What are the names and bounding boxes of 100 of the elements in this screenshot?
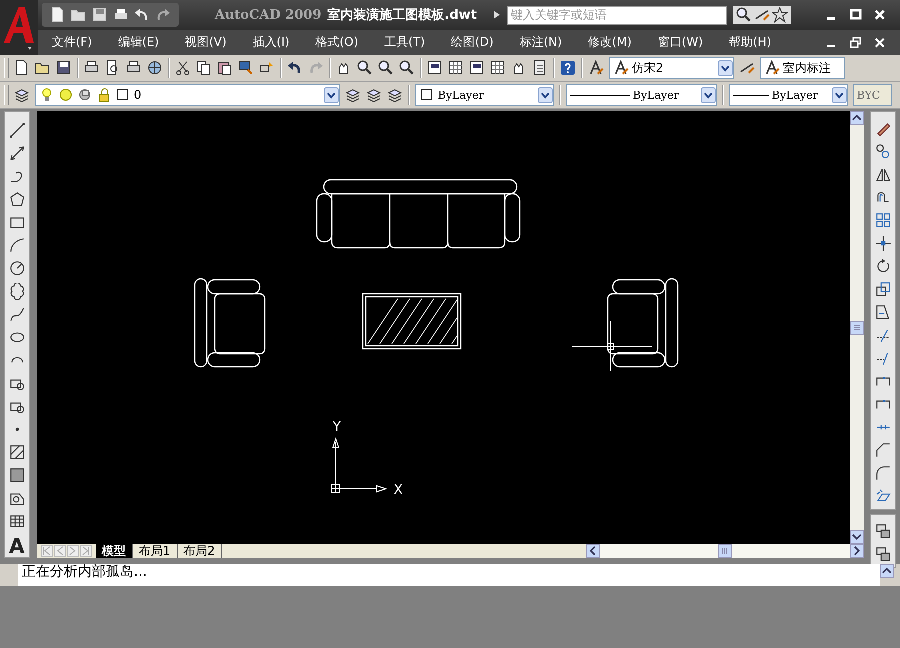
horizontal-scrollbar[interactable] bbox=[586, 544, 864, 558]
cloud-icon[interactable] bbox=[8, 283, 26, 300]
ucs-icon bbox=[332, 437, 388, 494]
gradient-icon[interactable] bbox=[8, 467, 26, 484]
spline-icon[interactable] bbox=[8, 306, 26, 323]
search-icon[interactable] bbox=[736, 7, 752, 23]
menu-item[interactable]: 视图(V) bbox=[185, 34, 239, 51]
move-icon[interactable] bbox=[874, 235, 892, 252]
close-icon[interactable] bbox=[874, 36, 886, 48]
menu-item[interactable]: 标注(N) bbox=[520, 34, 574, 51]
dimension-style-dropdown[interactable]: 室内标注 bbox=[760, 57, 845, 79]
app-title: AutoCAD 2009 bbox=[215, 8, 322, 22]
search-field[interactable]: 键入关键字或短语 bbox=[507, 6, 728, 24]
maximize-icon[interactable] bbox=[850, 9, 862, 21]
hatch-icon[interactable] bbox=[8, 444, 26, 461]
restore-icon[interactable] bbox=[850, 36, 862, 48]
dropdown-button[interactable] bbox=[324, 86, 339, 104]
dropdown-button[interactable] bbox=[701, 86, 716, 104]
construction-line-icon[interactable] bbox=[8, 145, 26, 162]
save-icon[interactable] bbox=[56, 60, 72, 76]
new-file-icon[interactable] bbox=[50, 7, 66, 23]
help-icon[interactable] bbox=[560, 60, 576, 76]
layer-state-icon[interactable] bbox=[345, 87, 361, 103]
linetype-dropdown[interactable]: ByLayer bbox=[566, 84, 717, 106]
text-tool-icon[interactable]: A bbox=[9, 536, 25, 556]
color-swatch-icon bbox=[419, 87, 435, 103]
star-icon[interactable] bbox=[772, 7, 788, 23]
redo-icon[interactable] bbox=[155, 7, 171, 23]
dropdown-button[interactable] bbox=[832, 86, 847, 104]
arc-icon[interactable] bbox=[8, 237, 26, 254]
menu-item[interactable]: 文件(F) bbox=[52, 34, 104, 51]
line-icon[interactable] bbox=[8, 122, 26, 139]
globe-icon[interactable] bbox=[147, 60, 163, 76]
bring-to-front-icon[interactable] bbox=[874, 523, 892, 540]
text-style-icon bbox=[764, 60, 780, 76]
dropdown-button[interactable] bbox=[718, 60, 733, 76]
properties-icon[interactable] bbox=[427, 60, 443, 76]
chamfer-icon[interactable] bbox=[874, 442, 892, 459]
undo-icon[interactable] bbox=[287, 60, 303, 76]
table-icon[interactable] bbox=[8, 513, 26, 530]
undo-icon[interactable] bbox=[134, 7, 150, 23]
layout-tab[interactable]: 模型 bbox=[96, 544, 133, 558]
design-center-icon[interactable] bbox=[448, 60, 464, 76]
color-swatch-icon bbox=[115, 87, 131, 103]
text-style-icon[interactable] bbox=[588, 60, 604, 76]
zoom-window-icon[interactable] bbox=[378, 60, 394, 76]
mirror-icon[interactable] bbox=[874, 166, 892, 183]
menu-item[interactable]: 格式(O) bbox=[316, 34, 371, 51]
scroll-up-icon[interactable] bbox=[850, 111, 864, 125]
expand-icon[interactable] bbox=[493, 11, 502, 19]
layer-tools-icon[interactable] bbox=[387, 87, 403, 103]
sheet-set-icon[interactable] bbox=[490, 60, 506, 76]
scroll-left-icon[interactable] bbox=[586, 544, 600, 558]
drawing-canvas[interactable]: Y X bbox=[37, 111, 850, 544]
paste-icon[interactable] bbox=[217, 60, 233, 76]
polygon-icon[interactable] bbox=[8, 191, 26, 208]
scroll-thumb[interactable] bbox=[718, 544, 732, 558]
menu-item[interactable]: 绘图(D) bbox=[451, 34, 506, 51]
menu-item[interactable]: 帮助(H) bbox=[729, 34, 784, 51]
trim-icon[interactable] bbox=[874, 327, 892, 344]
new-file-icon[interactable] bbox=[14, 60, 30, 76]
scale-icon[interactable] bbox=[874, 281, 892, 298]
layer-previous-icon[interactable] bbox=[366, 87, 382, 103]
color-dropdown[interactable]: ByLayer bbox=[415, 84, 554, 106]
cut-icon[interactable] bbox=[175, 60, 191, 76]
menu-item[interactable]: 插入(I) bbox=[252, 34, 302, 51]
text-style-dropdown[interactable]: 仿宋2 bbox=[609, 57, 734, 79]
menu-item[interactable]: 修改(M) bbox=[588, 34, 644, 51]
layer-dropdown[interactable]: 0 bbox=[35, 84, 340, 106]
layer-freeze-icon[interactable] bbox=[77, 87, 93, 103]
lineweight-dropdown[interactable]: ByLayer bbox=[729, 84, 848, 106]
stretch-icon[interactable] bbox=[874, 304, 892, 321]
sun-icon[interactable] bbox=[58, 87, 74, 103]
tool-palette-icon[interactable] bbox=[469, 60, 485, 76]
send-to-back-icon[interactable] bbox=[874, 546, 892, 563]
copy-icon[interactable] bbox=[196, 60, 212, 76]
menu-item[interactable]: 窗口(W) bbox=[658, 34, 716, 51]
plot-style-dropdown: BYC bbox=[853, 84, 892, 106]
scroll-right-icon[interactable] bbox=[850, 544, 864, 558]
layer-manager-icon[interactable] bbox=[14, 87, 30, 103]
match-properties-icon[interactable] bbox=[238, 60, 254, 76]
menu-item[interactable]: 编辑(E) bbox=[118, 34, 172, 51]
menu-item[interactable]: 工具(T) bbox=[384, 34, 438, 51]
vertical-scrollbar[interactable] bbox=[850, 111, 864, 544]
zoom-icon[interactable] bbox=[357, 60, 373, 76]
scroll-down-icon[interactable] bbox=[850, 530, 864, 544]
copy-objects-icon[interactable] bbox=[874, 143, 892, 160]
calculator-icon[interactable] bbox=[532, 60, 548, 76]
zoom-previous-icon[interactable] bbox=[399, 60, 415, 76]
rotate-icon[interactable] bbox=[874, 258, 892, 275]
circle-icon[interactable] bbox=[8, 260, 26, 277]
command-window[interactable]: 正在分析内部孤岛... bbox=[18, 564, 880, 586]
close-icon[interactable] bbox=[874, 9, 886, 21]
layout-tab[interactable]: 布局2 bbox=[178, 544, 222, 558]
scroll-up-icon[interactable] bbox=[880, 564, 894, 578]
fillet-icon[interactable] bbox=[874, 465, 892, 482]
array-icon[interactable] bbox=[874, 212, 892, 229]
scroll-thumb[interactable] bbox=[850, 320, 864, 334]
dropdown-button[interactable] bbox=[538, 86, 553, 104]
axis-label: X bbox=[394, 483, 403, 498]
